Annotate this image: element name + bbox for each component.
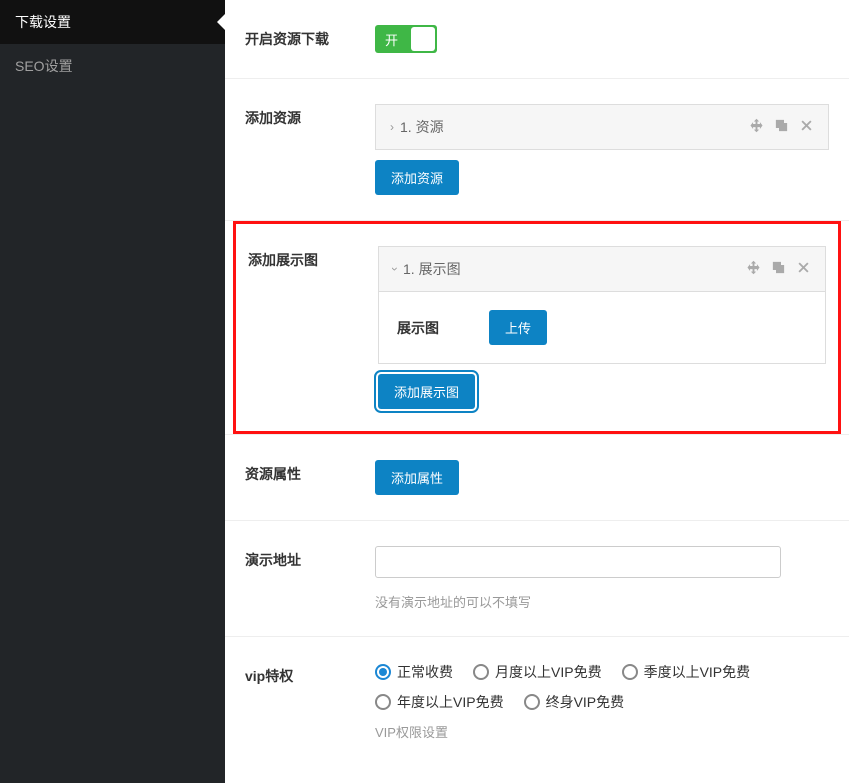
content-add-display: › 1. 展示图 — [378, 246, 826, 409]
vip-option-lifetime[interactable]: 终身VIP免费 — [524, 692, 625, 712]
section-vip: vip特权 正常收费 月度以上VIP免费 季度以上VIP免费 — [225, 637, 849, 766]
panel-actions — [749, 118, 814, 137]
label-vip: vip特权 — [245, 662, 375, 686]
section-add-resource: 添加资源 › 1. 资源 — [225, 79, 849, 221]
vip-option-monthly[interactable]: 月度以上VIP免费 — [473, 662, 602, 682]
resource-panel-header[interactable]: › 1. 资源 — [376, 105, 828, 149]
vip-option-normal[interactable]: 正常收费 — [375, 662, 453, 682]
vip-option-yearly[interactable]: 年度以上VIP免费 — [375, 692, 504, 712]
label-add-resource: 添加资源 — [245, 104, 375, 128]
label-download-toggle: 开启资源下载 — [245, 25, 375, 49]
move-icon[interactable] — [746, 260, 761, 279]
radio-icon — [375, 694, 391, 710]
toggle-knob — [411, 27, 435, 51]
content-resource-attr: 添加属性 — [375, 460, 829, 495]
display-panel-title: 1. 展示图 — [403, 259, 746, 279]
section-resource-attr: 资源属性 添加属性 — [225, 434, 849, 521]
resource-panel-title: 1. 资源 — [400, 117, 749, 137]
toggle-enable-download[interactable]: 开 — [375, 25, 437, 53]
demo-url-hint: 没有演示地址的可以不填写 — [375, 592, 829, 611]
content-demo-url: 没有演示地址的可以不填写 — [375, 546, 829, 611]
display-body-label: 展示图 — [397, 318, 439, 338]
label-add-display: 添加展示图 — [248, 246, 378, 270]
close-icon[interactable] — [799, 118, 814, 137]
chevron-right-icon: › — [390, 120, 394, 134]
radio-icon — [622, 664, 638, 680]
label-demo-url: 演示地址 — [245, 546, 375, 570]
demo-url-input[interactable] — [375, 546, 781, 578]
radio-icon — [375, 664, 391, 680]
radio-label: 正常收费 — [397, 662, 453, 682]
main-content: 开启资源下载 开 添加资源 › 1. 资源 — [225, 0, 849, 783]
sidebar-item-label: SEO设置 — [15, 58, 73, 74]
vip-radio-group-row2: 年度以上VIP免费 终身VIP免费 — [375, 692, 829, 712]
radio-label: 季度以上VIP免费 — [644, 662, 751, 682]
panel-actions — [746, 260, 811, 279]
toggle-label: 开 — [375, 30, 398, 49]
display-panel-body: 展示图 上传 — [379, 291, 825, 363]
vip-option-quarterly[interactable]: 季度以上VIP免费 — [622, 662, 751, 682]
sidebar-item-label: 下载设置 — [15, 14, 71, 30]
chevron-down-icon: › — [388, 267, 402, 271]
display-panel-header[interactable]: › 1. 展示图 — [379, 247, 825, 291]
sidebar: 下载设置 SEO设置 — [0, 0, 225, 783]
close-icon[interactable] — [796, 260, 811, 279]
move-icon[interactable] — [749, 118, 764, 137]
highlighted-section: 添加展示图 › 1. 展示图 — [233, 221, 841, 434]
section-add-display: 添加展示图 › 1. 展示图 — [248, 246, 826, 409]
add-display-button[interactable]: 添加展示图 — [378, 374, 475, 409]
copy-icon[interactable] — [774, 118, 789, 137]
section-demo-url: 演示地址 没有演示地址的可以不填写 — [225, 521, 849, 637]
add-attr-button[interactable]: 添加属性 — [375, 460, 459, 495]
vip-desc: VIP权限设置 — [375, 722, 829, 741]
radio-label: 终身VIP免费 — [546, 692, 625, 712]
content-add-resource: › 1. 资源 添加资源 — [375, 104, 829, 195]
radio-label: 月度以上VIP免费 — [495, 662, 602, 682]
content-download-toggle: 开 — [375, 25, 829, 53]
sidebar-item-seo-settings[interactable]: SEO设置 — [0, 44, 225, 88]
section-download-toggle: 开启资源下载 开 — [225, 0, 849, 79]
resource-panel: › 1. 资源 — [375, 104, 829, 150]
copy-icon[interactable] — [771, 260, 786, 279]
upload-button[interactable]: 上传 — [489, 310, 547, 345]
sidebar-item-download-settings[interactable]: 下载设置 — [0, 0, 225, 44]
content-vip: 正常收费 月度以上VIP免费 季度以上VIP免费 年度以上VIP免费 — [375, 662, 829, 741]
radio-icon — [473, 664, 489, 680]
radio-label: 年度以上VIP免费 — [397, 692, 504, 712]
label-resource-attr: 资源属性 — [245, 460, 375, 484]
display-panel: › 1. 展示图 — [378, 246, 826, 364]
vip-radio-group-row1: 正常收费 月度以上VIP免费 季度以上VIP免费 — [375, 662, 829, 682]
add-resource-button[interactable]: 添加资源 — [375, 160, 459, 195]
radio-icon — [524, 694, 540, 710]
